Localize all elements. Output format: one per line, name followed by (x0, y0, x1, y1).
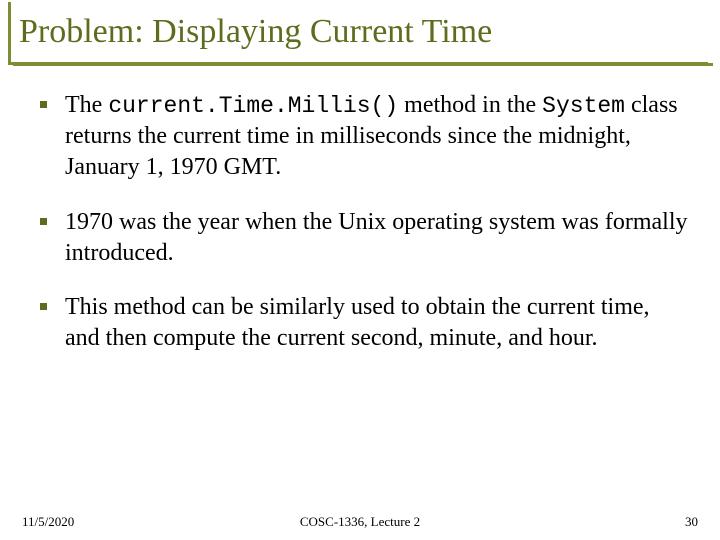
slide: Problem: Displaying Current Time The cur… (0, 0, 720, 540)
footer-center: COSC-1336, Lecture 2 (0, 514, 720, 530)
bullet-icon (40, 101, 47, 108)
bullet-text: The current.Time.Millis() method in the … (65, 90, 690, 183)
bullet-text: 1970 was the year when the Unix operatin… (65, 207, 690, 268)
footer: 11/5/2020 COSC-1336, Lecture 2 30 (0, 510, 720, 530)
slide-body: The current.Time.Millis() method in the … (40, 90, 690, 378)
bullet-icon (40, 218, 47, 225)
bullet-text: This method can be similarly used to obt… (65, 292, 690, 353)
bullet-icon (40, 303, 47, 310)
text-run: method in the (398, 92, 542, 118)
slide-title: Problem: Displaying Current Time (19, 13, 492, 50)
list-item: This method can be similarly used to obt… (40, 292, 690, 353)
text-run: The (65, 92, 108, 118)
code-run: current.Time.Millis() (108, 93, 398, 119)
title-accent: Problem: Displaying Current Time (8, 2, 492, 62)
footer-page: 30 (685, 514, 698, 530)
title-underline (8, 62, 708, 65)
code-run: System (542, 93, 625, 119)
list-item: The current.Time.Millis() method in the … (40, 90, 690, 183)
list-item: 1970 was the year when the Unix operatin… (40, 207, 690, 268)
